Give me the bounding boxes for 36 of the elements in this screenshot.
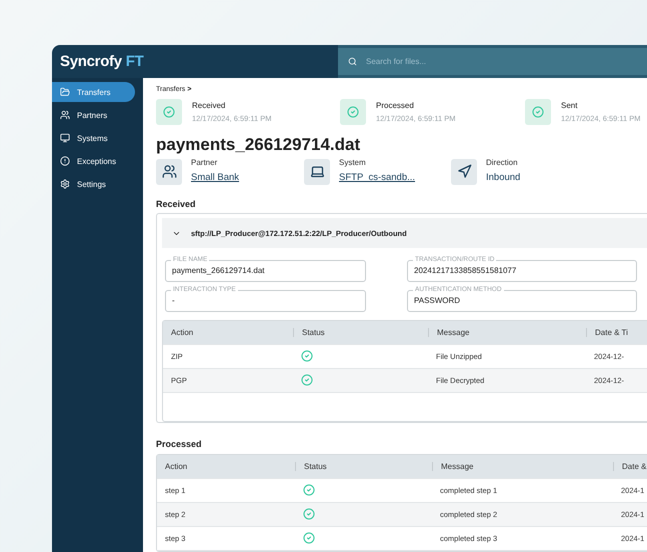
folder-icon bbox=[60, 87, 70, 97]
stage-label: Sent bbox=[561, 101, 578, 110]
search-icon bbox=[348, 57, 357, 66]
people-icon bbox=[60, 110, 70, 120]
section-heading: Processed bbox=[156, 439, 203, 449]
gear-icon bbox=[60, 179, 70, 189]
column-header[interactable]: Date & bbox=[613, 462, 647, 471]
info-label: Direction bbox=[486, 158, 519, 167]
alert-icon bbox=[60, 156, 70, 166]
laptop-icon bbox=[310, 164, 324, 179]
column-header[interactable]: Message bbox=[428, 328, 586, 337]
sidebar-item[interactable]: Exceptions bbox=[52, 151, 135, 171]
info-value: Inbound bbox=[486, 172, 520, 183]
column-header[interactable]: Action bbox=[157, 462, 295, 471]
info-label: Partner bbox=[191, 158, 218, 167]
people-icon bbox=[162, 164, 176, 179]
info-link[interactable]: Small Bank bbox=[191, 172, 240, 183]
sidebar-item[interactable]: Partners bbox=[52, 105, 135, 125]
column-header[interactable]: Message bbox=[432, 462, 613, 471]
pointer-icon bbox=[456, 164, 472, 179]
search-field[interactable]: Search for files... bbox=[338, 45, 647, 78]
app-logo: Syncrofy FT bbox=[59, 53, 145, 70]
sidebar-item[interactable]: Transfers bbox=[52, 82, 135, 102]
sidebar-item[interactable]: Settings bbox=[52, 174, 135, 194]
info-label: System bbox=[339, 158, 367, 167]
stage-label: Received bbox=[192, 101, 226, 110]
column-header[interactable]: Date & Ti bbox=[586, 328, 647, 337]
section-heading: Received bbox=[156, 199, 197, 209]
file-title: payments_266129714.dat bbox=[156, 135, 362, 155]
sidebar-item[interactable]: Systems bbox=[52, 128, 135, 148]
column-header[interactable]: Status bbox=[293, 328, 428, 337]
info-link[interactable]: SFTP_cs-sandb... bbox=[339, 172, 416, 183]
stage-label: Processed bbox=[376, 101, 415, 110]
column-header[interactable]: Action bbox=[163, 328, 293, 337]
monitor-icon bbox=[60, 133, 70, 143]
column-header[interactable]: Status bbox=[295, 462, 432, 471]
